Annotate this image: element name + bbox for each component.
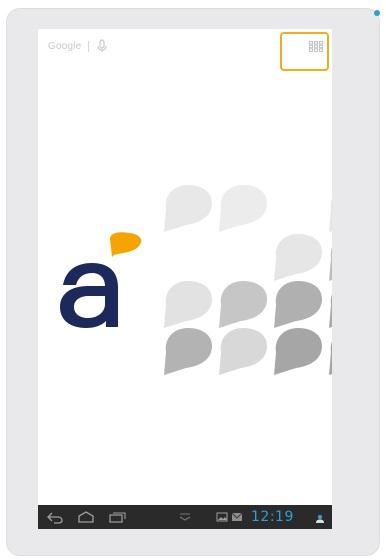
- google-brand-text: Google: [48, 40, 82, 52]
- user-notification-icon[interactable]: [314, 509, 326, 525]
- corner-indicator: [374, 10, 380, 16]
- home-icon[interactable]: [76, 509, 96, 525]
- apps-grid-icon: [309, 41, 323, 52]
- chevron-down-icon[interactable]: [178, 509, 192, 525]
- home-screen: Google 12:19: [38, 29, 332, 529]
- all-apps-button[interactable]: [280, 32, 329, 71]
- google-search-bar[interactable]: Google: [48, 37, 108, 55]
- back-icon[interactable]: [46, 509, 64, 525]
- system-bar: 12:19: [38, 505, 332, 529]
- clock-time: 12:19: [251, 509, 294, 525]
- brand-logo: [60, 232, 142, 328]
- recent-apps-icon[interactable]: [108, 509, 128, 525]
- image-notification-icon[interactable]: [216, 509, 228, 525]
- search-divider: [88, 40, 90, 52]
- microphone-icon[interactable]: [96, 39, 108, 53]
- email-notification-icon[interactable]: [231, 509, 243, 525]
